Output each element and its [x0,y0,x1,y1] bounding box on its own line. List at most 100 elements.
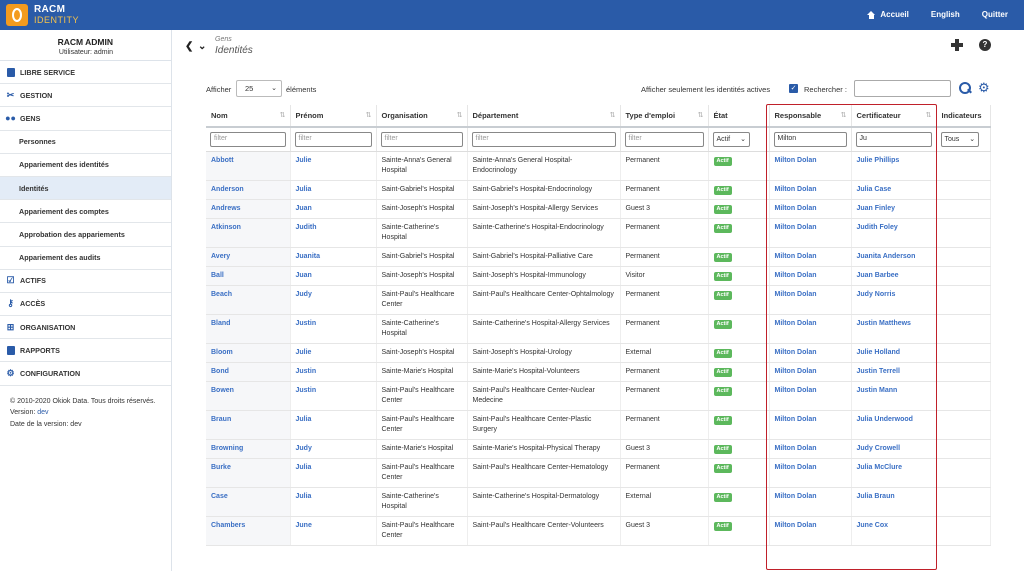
responsable-link[interactable]: Milton Dolan [775,320,817,327]
certificateur-link[interactable]: Justin Terrell [857,368,900,375]
filter-nom-input[interactable]: filter [210,131,286,147]
nom-link[interactable]: Bloom [211,349,233,356]
table-row[interactable]: Anderson Julia Saint-Gabriel's Hospital Sai… [206,180,991,200]
certificateur-link[interactable]: Julia Braun [857,493,895,500]
prenom-link[interactable]: Judy [296,291,312,298]
table-row[interactable]: Andrews Juan Saint-Joseph's Hospital Saint-… [206,199,991,219]
prenom-link[interactable]: Julie [296,157,312,164]
column-header-prenom[interactable]: Prénom ⇅ [290,105,377,128]
prenom-link[interactable]: Justin [296,368,317,375]
nom-link[interactable]: Case [211,493,228,500]
sidebar-item-libre-service[interactable]: LIBRE SERVICE [0,61,171,85]
prenom-link[interactable]: June [296,522,312,529]
certificateur-link[interactable]: Judith Foley [857,224,898,231]
certificateur-link[interactable]: Judy Norris [857,291,896,298]
nom-link[interactable]: Ball [211,272,224,279]
table-row[interactable]: Beach Judy Saint-Paul's Healthcare Center S… [206,285,991,315]
prenom-link[interactable]: Julia [296,416,312,423]
certificateur-link[interactable]: Judy Crowell [857,445,901,452]
prenom-link[interactable]: Juan [296,272,312,279]
nom-link[interactable]: Andrews [211,205,241,212]
certificateur-link[interactable]: Justin Mann [857,387,898,394]
nom-link[interactable]: Avery [211,253,230,260]
prenom-link[interactable]: Juanita [296,253,321,260]
responsable-link[interactable]: Milton Dolan [775,464,817,471]
certificateur-link[interactable]: June Cox [857,522,889,529]
chevron-left-icon[interactable]: ❮ [185,41,193,52]
sidebar-item-actifs[interactable]: ☑ ACTIFS [0,270,171,293]
search-icon[interactable] [959,82,971,94]
column-header-organisation[interactable]: Organisation ⇅ [376,105,468,128]
sidebar-item-rapports[interactable]: RAPPORTS [0,339,171,363]
nom-link[interactable]: Braun [211,416,231,423]
table-row[interactable]: Case Julia Sainte-Catherine's Hospital Sain… [206,487,991,517]
certificateur-link[interactable]: Juanita Anderson [857,253,916,260]
table-row[interactable]: Burke Julia Saint-Paul's Healthcare Center… [206,458,991,488]
filter-type-input[interactable]: filter [624,131,704,147]
responsable-link[interactable]: Milton Dolan [775,416,817,423]
responsable-link[interactable]: Milton Dolan [775,445,817,452]
nom-link[interactable]: Atkinson [211,224,241,231]
quit-link[interactable]: Quitter [982,10,1008,19]
filter-certificateur-input[interactable]: Ju [855,131,932,147]
responsable-link[interactable]: Milton Dolan [775,205,817,212]
certificateur-link[interactable]: Julia McClure [857,464,903,471]
search-input[interactable] [854,80,951,97]
prenom-link[interactable]: Julia [296,186,312,193]
responsable-link[interactable]: Milton Dolan [775,349,817,356]
filter-prenom-input[interactable]: filter [294,131,372,147]
table-row[interactable]: Chambers June Saint-Paul's Healthcare Cent… [206,516,991,546]
table-row[interactable]: Ball Juan Saint-Joseph's Hospital Saint-Jos… [206,266,991,286]
sidebar-item-gestion[interactable]: ✂ GESTION [0,84,171,108]
sidebar-item-appariement-identites[interactable]: Appariement des identités [0,154,171,177]
column-header-type-emploi[interactable]: Type d'emploi ⇅ [620,105,709,128]
responsable-link[interactable]: Milton Dolan [775,522,817,529]
table-row[interactable]: Bond Justin Sainte-Marie's Hospital Sainte-… [206,362,991,382]
prenom-link[interactable]: Juan [296,205,312,212]
sidebar-item-personnes[interactable]: Personnes [0,131,171,154]
column-header-nom[interactable]: Nom ⇅ [206,105,291,128]
responsable-link[interactable]: Milton Dolan [775,224,817,231]
certificateur-link[interactable]: Julia Case [857,186,892,193]
sidebar-item-organisation[interactable]: ⊞ ORGANISATION [0,316,171,340]
sidebar-item-gens[interactable]: ●● GENS [0,107,171,131]
table-row[interactable]: Bowen Justin Saint-Paul's Healthcare Cente… [206,381,991,411]
prenom-link[interactable]: Judy [296,445,312,452]
language-link[interactable]: English [931,10,960,19]
nom-link[interactable]: Anderson [211,186,244,193]
certificateur-link[interactable]: Justin Matthews [857,320,911,327]
logo-icon[interactable] [6,4,28,26]
breadcrumb[interactable]: Gens [215,36,232,43]
responsable-link[interactable]: Milton Dolan [775,157,817,164]
version-link[interactable]: dev [37,409,48,416]
column-header-indicateurs[interactable]: Indicateurs [936,105,991,128]
home-link[interactable]: Accueil [867,10,909,19]
filter-responsable-input[interactable]: Milton [773,131,847,147]
chevron-down-icon[interactable]: ⌄ [198,41,206,52]
table-row[interactable]: Braun Julia Saint-Paul's Healthcare Center… [206,410,991,440]
sidebar-item-configuration[interactable]: ⚙ CONFIGURATION [0,362,171,386]
table-row[interactable]: Bloom Julie Saint-Joseph's Hospital Saint-J… [206,343,991,363]
nom-link[interactable]: Bowen [211,387,234,394]
nom-link[interactable]: Burke [211,464,231,471]
responsable-link[interactable]: Milton Dolan [775,253,817,260]
certificateur-link[interactable]: Julia Underwood [857,416,913,423]
certificateur-link[interactable]: Juan Barbee [857,272,899,279]
certificateur-link[interactable]: Julie Phillips [857,157,900,164]
prenom-link[interactable]: Judith [296,224,317,231]
column-header-responsable[interactable]: Responsable ⇅ [769,105,852,128]
gear-icon[interactable]: ⚙ [978,80,990,96]
sidebar-item-acces[interactable]: ⚷ ACCÈS [0,293,171,317]
table-row[interactable]: Atkinson Judith Sainte-Catherine's Hospita… [206,218,991,248]
responsable-link[interactable]: Milton Dolan [775,387,817,394]
nom-link[interactable]: Abbott [211,157,234,164]
table-row[interactable]: Avery Juanita Saint-Gabriel's Hospital Sain… [206,247,991,267]
nom-link[interactable]: Beach [211,291,232,298]
add-identity-button[interactable] [951,39,963,51]
active-only-checkbox[interactable]: ✓ [789,84,798,93]
filter-indicateurs-select[interactable]: Tous ⌄ [940,131,980,147]
column-header-certificateur[interactable]: Certificateur ⇅ [851,105,937,128]
nom-link[interactable]: Bland [211,320,230,327]
filter-organisation-input[interactable]: filter [380,131,463,147]
page-length-select[interactable]: 25 ⌄ [236,80,282,97]
